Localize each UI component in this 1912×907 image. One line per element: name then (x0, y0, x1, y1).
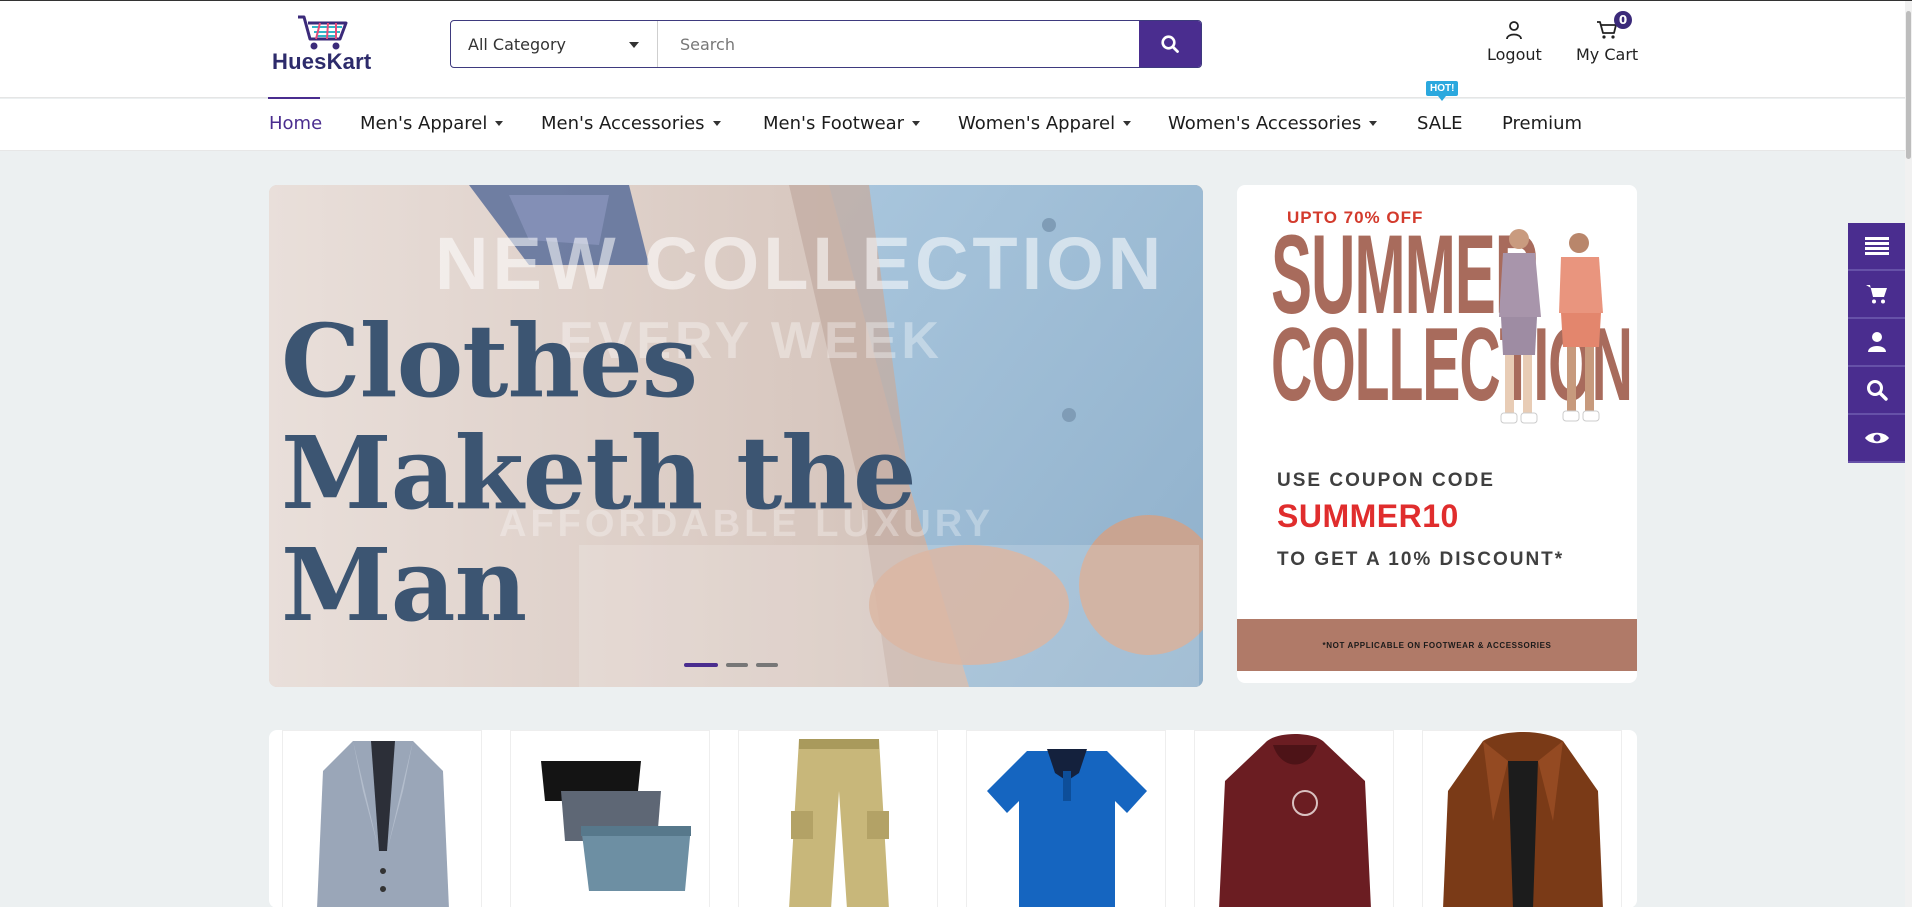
logo-text: HuesKart (272, 49, 372, 74)
nav-item-label: Home (269, 113, 323, 134)
category-select-value: All Category (468, 34, 567, 54)
nav-item-premium[interactable]: Premium (1502, 113, 1582, 134)
slider-dot-1[interactable] (684, 663, 718, 667)
nav-item-label: Men's Accessories (541, 113, 705, 134)
caret-down-icon (495, 121, 504, 126)
side-cart-button[interactable] (1848, 271, 1906, 319)
menu-icon (1865, 237, 1889, 255)
nav-item-home[interactable]: Home (269, 113, 322, 134)
side-account-button[interactable] (1848, 319, 1906, 367)
cart-logo-icon (298, 15, 348, 50)
user-icon (1506, 21, 1523, 40)
hero-slider[interactable]: NEW COLLECTION EVERY WEEK AFFORDABLE LUX… (269, 185, 1203, 687)
logout-link[interactable]: Logout (1487, 19, 1542, 64)
promo-footnote: *NOT APPLICABLE ON FOOTWEAR & ACCESSORIE… (1237, 619, 1637, 671)
search-button[interactable] (1139, 21, 1201, 67)
product-cargo-pants-image (789, 739, 889, 907)
caret-down-icon (712, 121, 721, 126)
category-select[interactable]: All Category (451, 21, 658, 67)
nav-item-label: Women's Apparel (958, 113, 1116, 134)
nav-item-label: SALE (1417, 113, 1463, 134)
nav-item-mens-apparel[interactable]: Men's Apparel (360, 113, 504, 134)
promo-coupon-intro: USE COUPON CODE (1277, 470, 1495, 491)
nav-item-womens-accessories[interactable]: Women's Accessories (1168, 113, 1378, 134)
slider-dot-3[interactable] (756, 663, 778, 667)
promo-coupon-code: SUMMER10 (1277, 498, 1459, 534)
user-icon (1868, 332, 1886, 352)
hero-headline-line: Clothes (281, 302, 698, 420)
summer-promo-banner[interactable]: UPTO 70% OFF SUMMER COLLECTION USE COUPO… (1237, 185, 1637, 683)
product-card[interactable] (738, 730, 938, 907)
product-briefs-image (541, 761, 691, 891)
slider-dot-2[interactable] (726, 663, 748, 667)
slider-dots (684, 663, 778, 667)
nav-item-label: Men's Footwear (763, 113, 905, 134)
hot-badge: HOT! (1426, 81, 1459, 101)
cart-count-badge: 0 (1614, 11, 1632, 29)
nav-active-indicator (268, 97, 320, 99)
nav-item-sale[interactable]: SALE (1417, 113, 1462, 134)
product-blazer-image (317, 741, 449, 907)
promo-coupon-outro: TO GET A 10% DISCOUNT* (1277, 549, 1565, 570)
side-menu-button[interactable] (1848, 223, 1906, 271)
hero-ghost-text: NEW COLLECTION (435, 222, 1166, 305)
search-icon (1867, 380, 1888, 401)
side-search-button[interactable] (1848, 367, 1906, 415)
nav-item-womens-apparel[interactable]: Women's Apparel (958, 113, 1132, 134)
nav-item-mens-footwear[interactable]: Men's Footwear (763, 113, 921, 134)
eye-icon (1865, 432, 1889, 444)
hero-headline-line: Maketh the (281, 414, 917, 532)
product-card[interactable] (1194, 730, 1394, 907)
nav-item-label: Premium (1502, 113, 1583, 134)
search-bar: All Category (450, 20, 1202, 68)
product-card[interactable] (966, 730, 1166, 907)
side-toolbar (1848, 223, 1906, 463)
nav-item-mens-accessories[interactable]: Men's Accessories (541, 113, 721, 134)
product-polo-shirt-image (987, 749, 1147, 907)
logout-label: Logout (1487, 45, 1542, 64)
main-nav: Home Men's Apparel Men's Accessories Men… (0, 81, 1912, 151)
promo-models-image (1499, 229, 1603, 424)
hero-headline-line: Man (281, 526, 527, 644)
product-card[interactable] (510, 730, 710, 907)
nav-item-label: Women's Accessories (1168, 113, 1362, 134)
product-hoodie-image (1219, 734, 1371, 907)
page-scrollbar-thumb[interactable] (1906, 11, 1911, 159)
nav-item-label: Men's Apparel (360, 113, 488, 134)
side-recently-viewed-button[interactable] (1848, 415, 1906, 463)
product-leather-jacket-image (1443, 732, 1603, 907)
product-card[interactable] (1422, 730, 1622, 907)
caret-down-icon (1369, 121, 1378, 126)
chevron-down-icon (629, 42, 639, 48)
product-card[interactable] (282, 730, 482, 907)
caret-down-icon (912, 121, 921, 126)
search-input[interactable] (658, 21, 1139, 67)
cart-icon (1866, 285, 1887, 304)
cart-label: My Cart (1576, 45, 1639, 64)
cart-link[interactable]: My Cart 0 (1576, 11, 1639, 64)
hero-headline: Clothes Maketh the Man (281, 302, 917, 644)
caret-down-icon (1123, 121, 1132, 126)
product-carousel (269, 730, 1637, 907)
search-icon (1161, 35, 1179, 53)
site-header: HuesKart All Category Logout My Cart 0 (0, 1, 1912, 98)
